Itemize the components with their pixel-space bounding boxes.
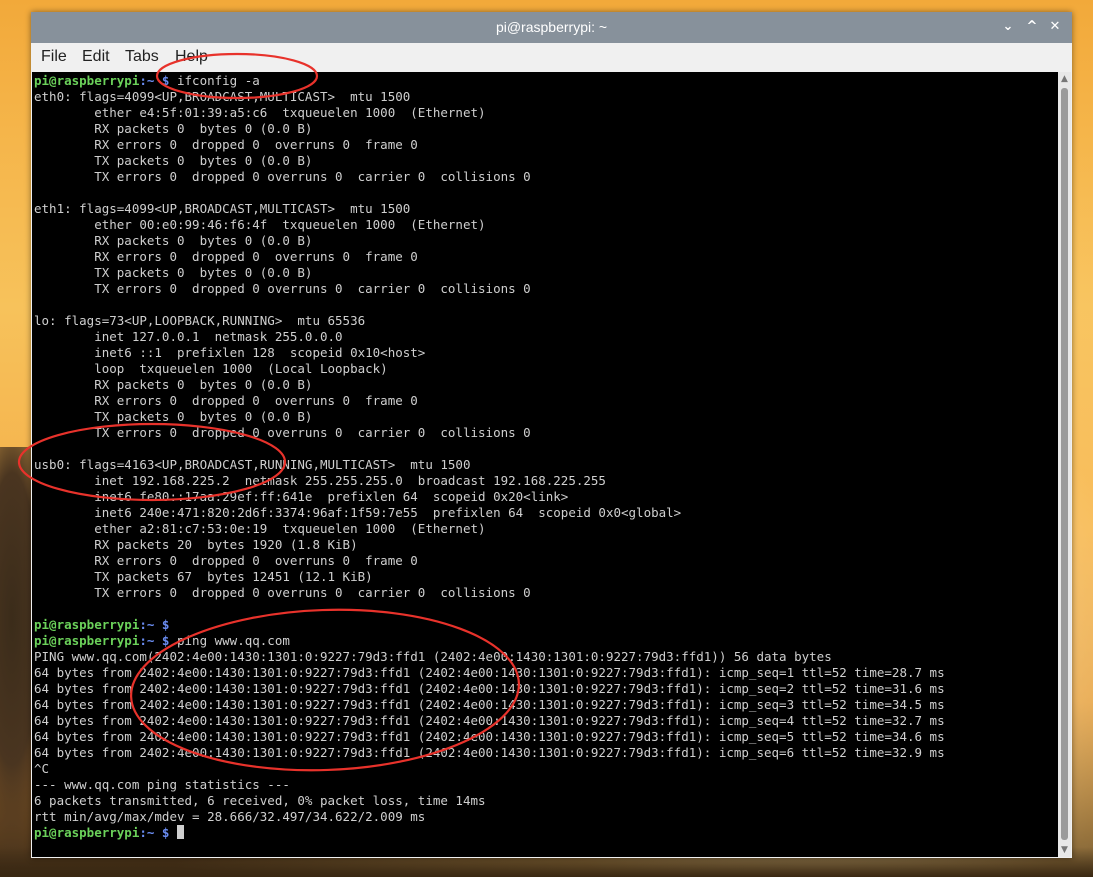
command-ping: ping www.qq.com [177,633,290,648]
prompt-path: :~ $ [139,617,170,632]
output-line: TX packets 0 bytes 0 (0.0 B) [94,409,313,424]
maximize-button[interactable]: ^ [1023,18,1041,36]
window-title: pi@raspberrypi: ~ [495,19,608,35]
menu-tabs[interactable]: Tabs [125,48,159,66]
output-line: inet6 fe80::17aa:29ef:ff:641e prefixlen … [94,489,569,504]
terminal-text: pi@raspberrypi:~ $ ifconfig -a eth0: fla… [32,72,1058,841]
output-line: ether 00:e0:99:46:f6:4f txqueuelen 1000 … [94,217,486,232]
output-line: 6 packets transmitted, 6 received, 0% pa… [34,793,486,808]
output-line: 64 bytes from 2402:4e00:1430:1301:0:9227… [34,697,945,712]
output-line: 64 bytes from 2402:4e00:1430:1301:0:9227… [34,729,945,744]
output-line: TX packets 67 bytes 12451 (12.1 KiB) [94,569,373,584]
output-line: 64 bytes from 2402:4e00:1430:1301:0:9227… [34,665,945,680]
output-line: ether e4:5f:01:39:a5:c6 txqueuelen 1000 … [94,105,486,120]
prompt-user: pi@raspberrypi [34,73,140,88]
prompt-user: pi@raspberrypi [34,633,140,648]
output-line: --- www.qq.com ping statistics --- [34,777,290,792]
output-line: eth0: flags=4099<UP,BROADCAST,MULTICAST>… [34,89,411,104]
output-line: lo: flags=73<UP,LOOPBACK,RUNNING> mtu 65… [34,313,366,328]
prompt-path: :~ $ [139,825,170,840]
output-line: inet 127.0.0.1 netmask 255.0.0.0 [94,329,343,344]
output-line: 64 bytes from 2402:4e00:1430:1301:0:9227… [34,681,945,696]
scroll-up-icon[interactable]: ▲ [1058,72,1071,86]
output-line: rtt min/avg/max/mdev = 28.666/32.497/34.… [34,809,426,824]
output-line: RX errors 0 dropped 0 overruns 0 frame 0 [94,249,418,264]
menu-file[interactable]: File [41,48,67,66]
command-ifconfig: ifconfig -a [177,73,260,88]
minimize-button[interactable]: ⌄ [999,18,1017,36]
menu-help[interactable]: Help [175,48,208,66]
output-line: loop txqueuelen 1000 (Local Loopback) [94,361,388,376]
menu-bar: File Edit Tabs Help [31,43,1072,72]
vertical-scrollbar[interactable]: ▲ ▼ [1058,72,1071,857]
prompt-user: pi@raspberrypi [34,617,140,632]
terminal-window: pi@raspberrypi: ~ ⌄ ^ ✕ File Edit Tabs H… [31,12,1072,858]
text-cursor [177,825,184,839]
scrollbar-thumb[interactable] [1061,88,1068,840]
output-line: RX errors 0 dropped 0 overruns 0 frame 0 [94,553,418,568]
output-line: inet6 240e:471:820:2d6f:3374:96af:1f59:7… [94,505,682,520]
output-line: PING www.qq.com(2402:4e00:1430:1301:0:92… [34,649,832,664]
output-line: TX errors 0 dropped 0 overruns 0 carrier… [94,425,531,440]
output-line: 64 bytes from 2402:4e00:1430:1301:0:9227… [34,713,945,728]
output-line: TX packets 0 bytes 0 (0.0 B) [94,265,313,280]
ifconfig-output: eth0: flags=4099<UP,BROADCAST,MULTICAST>… [34,89,681,600]
ping-output: PING www.qq.com(2402:4e00:1430:1301:0:92… [34,649,945,824]
prompt-path: :~ $ [139,633,170,648]
output-line: usb0: flags=4163<UP,BROADCAST,RUNNING,MU… [34,457,471,472]
output-line: RX packets 20 bytes 1920 (1.8 KiB) [94,537,358,552]
output-line: eth1: flags=4099<UP,BROADCAST,MULTICAST>… [34,201,411,216]
prompt-path: :~ $ [139,73,170,88]
output-line: TX errors 0 dropped 0 overruns 0 carrier… [94,169,531,184]
close-button[interactable]: ✕ [1046,18,1064,36]
output-line: ether a2:81:c7:53:0e:19 txqueuelen 1000 … [94,521,486,536]
output-line: RX errors 0 dropped 0 overruns 0 frame 0 [94,137,418,152]
output-line: ^C [34,761,50,776]
output-line: RX packets 0 bytes 0 (0.0 B) [94,233,313,248]
output-line: inet6 ::1 prefixlen 128 scopeid 0x10<hos… [94,345,426,360]
scroll-down-icon[interactable]: ▼ [1058,843,1071,857]
window-titlebar[interactable]: pi@raspberrypi: ~ ⌄ ^ ✕ [31,12,1072,43]
output-line: 64 bytes from 2402:4e00:1430:1301:0:9227… [34,745,945,760]
output-line: TX packets 0 bytes 0 (0.0 B) [94,153,313,168]
output-line: RX packets 0 bytes 0 (0.0 B) [94,377,313,392]
output-line: RX errors 0 dropped 0 overruns 0 frame 0 [94,393,418,408]
output-line: inet 192.168.225.2 netmask 255.255.255.0… [94,473,606,488]
output-line: TX errors 0 dropped 0 overruns 0 carrier… [94,585,531,600]
output-line: TX errors 0 dropped 0 overruns 0 carrier… [94,281,531,296]
terminal-area[interactable]: pi@raspberrypi:~ $ ifconfig -a eth0: fla… [32,72,1058,857]
prompt-user: pi@raspberrypi [34,825,140,840]
menu-edit[interactable]: Edit [82,48,110,66]
output-line: RX packets 0 bytes 0 (0.0 B) [94,121,313,136]
